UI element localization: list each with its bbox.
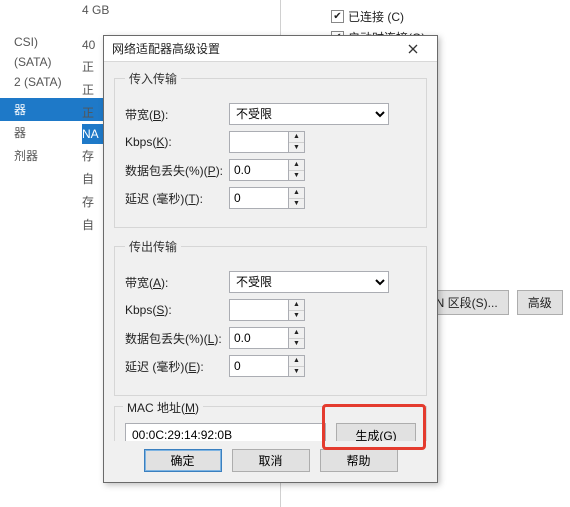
chevron-down-icon[interactable]: ▼	[289, 311, 304, 321]
in-loss-input[interactable]	[229, 159, 289, 181]
out-kbps-input[interactable]	[229, 299, 289, 321]
out-delay-input[interactable]	[229, 355, 289, 377]
dialog-button-bar: 确定 取消 帮助	[104, 441, 437, 482]
in-loss-label: 数据包丢失(%)(P):	[125, 162, 229, 179]
chevron-down-icon[interactable]: ▼	[289, 199, 304, 209]
close-icon	[408, 44, 418, 54]
mac-legend: MAC 地址(M)	[123, 399, 203, 416]
spinner[interactable]: ▲▼	[289, 187, 305, 209]
in-bandwidth-select[interactable]: 不受限	[229, 103, 389, 125]
dialog-title: 网络适配器高级设置	[112, 40, 220, 57]
chevron-up-icon[interactable]: ▲	[289, 356, 304, 367]
chevron-down-icon[interactable]: ▼	[289, 339, 304, 349]
chevron-down-icon[interactable]: ▼	[289, 171, 304, 181]
spinner[interactable]: ▲▼	[289, 327, 305, 349]
cancel-button[interactable]: 取消	[232, 449, 310, 472]
generate-button[interactable]: 生成(G)	[336, 423, 416, 441]
advanced-button[interactable]: 高级	[517, 290, 563, 315]
mac-address-input[interactable]	[125, 423, 326, 441]
out-kbps-label: Kbps(S):	[125, 303, 229, 317]
ok-button[interactable]: 确定	[144, 449, 222, 472]
advanced-settings-dialog: 网络适配器高级设置 传入传输 带宽(B): 不受限 Kbps(K): ▲▼ 数据…	[103, 35, 438, 483]
outgoing-legend: 传出传输	[125, 238, 181, 255]
incoming-legend: 传入传输	[125, 70, 181, 87]
out-delay-label: 延迟 (毫秒)(E):	[125, 358, 229, 375]
spinner[interactable]: ▲▼	[289, 355, 305, 377]
outgoing-group: 传出传输 带宽(A): 不受限 Kbps(S): ▲▼ 数据包丢失(%)(L):…	[114, 238, 427, 396]
spinner[interactable]: ▲▼	[289, 299, 305, 321]
out-loss-label: 数据包丢失(%)(L):	[125, 330, 229, 347]
help-button[interactable]: 帮助	[320, 449, 398, 472]
close-button[interactable]	[395, 39, 431, 59]
in-delay-label: 延迟 (毫秒)(T):	[125, 190, 229, 207]
checkbox-connected[interactable]: ✔ 已连接 (C)	[331, 6, 560, 27]
spinner[interactable]: ▲▼	[289, 131, 305, 153]
out-loss-input[interactable]	[229, 327, 289, 349]
checkbox-icon: ✔	[331, 10, 344, 23]
chevron-up-icon[interactable]: ▲	[289, 300, 304, 311]
in-bandwidth-label: 带宽(B):	[125, 106, 229, 123]
chevron-up-icon[interactable]: ▲	[289, 160, 304, 171]
spinner[interactable]: ▲▼	[289, 159, 305, 181]
chevron-up-icon[interactable]: ▲	[289, 328, 304, 339]
chevron-up-icon[interactable]: ▲	[289, 132, 304, 143]
chevron-up-icon[interactable]: ▲	[289, 188, 304, 199]
in-kbps-input[interactable]	[229, 131, 289, 153]
incoming-group: 传入传输 带宽(B): 不受限 Kbps(K): ▲▼ 数据包丢失(%)(P):…	[114, 70, 427, 228]
mac-group: MAC 地址(M) 生成(G)	[114, 406, 427, 441]
titlebar: 网络适配器高级设置	[104, 36, 437, 62]
in-delay-input[interactable]	[229, 187, 289, 209]
chevron-down-icon[interactable]: ▼	[289, 143, 304, 153]
out-bandwidth-select[interactable]: 不受限	[229, 271, 389, 293]
chevron-down-icon[interactable]: ▼	[289, 367, 304, 377]
in-kbps-label: Kbps(K):	[125, 135, 229, 149]
out-bandwidth-label: 带宽(A):	[125, 274, 229, 291]
